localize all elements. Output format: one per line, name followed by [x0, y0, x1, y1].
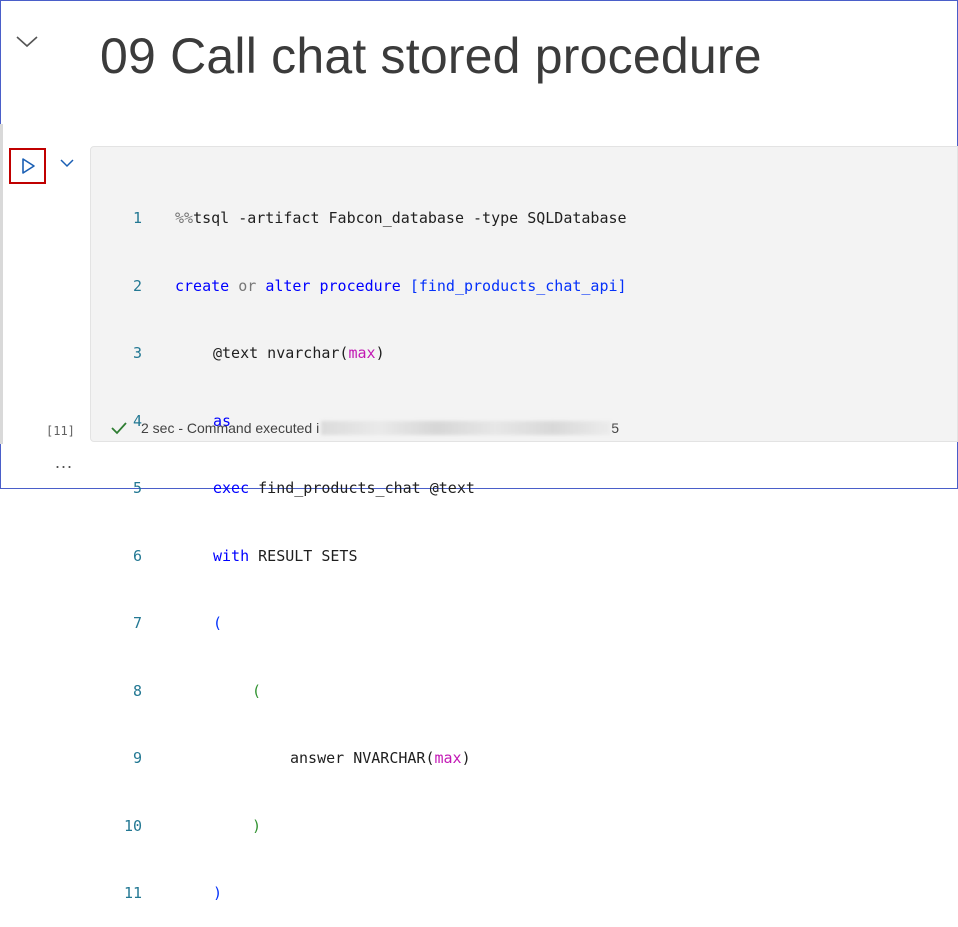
paren: ( — [213, 614, 223, 632]
line-number: 3 — [132, 344, 142, 362]
function: max — [434, 749, 462, 767]
line-number: 7 — [132, 614, 142, 632]
paren: ) — [252, 816, 262, 835]
status-tail: 5 — [611, 420, 619, 436]
code-line: 7( — [100, 612, 627, 635]
keyword: with — [213, 546, 250, 565]
markdown-heading: 09 Call chat stored procedure — [100, 28, 762, 84]
code-line: 6 with RESULT SETS — [100, 545, 627, 568]
keyword: or — [238, 276, 257, 295]
magic-command: tsql -artifact Fabcon_database -type SQL… — [193, 209, 627, 227]
checkmark-icon — [111, 422, 127, 435]
paren: ) — [461, 749, 471, 767]
code-line: 11) — [100, 882, 627, 905]
magic-prefix: %% — [175, 209, 194, 227]
result-sets: RESULT SETS — [249, 546, 358, 565]
chevron-down-icon[interactable] — [14, 30, 40, 52]
paren: ) — [213, 884, 223, 902]
code-block[interactable]: 1 %%tsql -artifact Fabcon_database -type … — [100, 162, 627, 927]
code-line: 2 create or alter procedure [find_product… — [100, 275, 627, 298]
line-number: 2 — [132, 276, 142, 295]
code-line: 1 %%tsql -artifact Fabcon_database -type … — [100, 207, 627, 230]
execution-status: 2 sec - Command executed i 5 — [110, 420, 619, 436]
procedure-name: [find_products_chat_api] — [409, 276, 627, 295]
status-text: 2 sec - Command executed i — [141, 420, 320, 436]
more-options-button[interactable]: ... — [55, 452, 73, 473]
function: max — [348, 344, 376, 362]
redacted-text — [321, 421, 612, 435]
line-number: 5 — [132, 479, 142, 497]
code-line: 9 answer NVARCHAR(max) — [100, 747, 627, 770]
keyword: create — [175, 276, 230, 295]
line-number: 11 — [123, 884, 142, 902]
code-line: 5 exec find_products_chat @text — [100, 477, 627, 500]
line-number: 10 — [123, 816, 142, 835]
column-def: answer NVARCHAR( — [290, 749, 435, 767]
run-icon — [21, 158, 35, 174]
keyword: procedure — [319, 276, 401, 295]
code-line: 10) — [100, 815, 627, 838]
line-number: 1 — [132, 209, 142, 227]
line-number: 9 — [132, 749, 142, 767]
keyword: exec — [213, 479, 250, 497]
code-line: 8( — [100, 680, 627, 703]
code-line: 3 @text nvarchar(max) — [100, 342, 627, 365]
chevron-down-icon[interactable] — [58, 156, 76, 170]
execution-count: [11] — [46, 424, 75, 438]
paren: ( — [252, 681, 262, 700]
line-number: 8 — [132, 681, 142, 700]
line-number: 6 — [132, 546, 142, 565]
run-cell-button[interactable] — [9, 148, 46, 184]
paren: ) — [375, 344, 385, 362]
keyword: alter — [265, 276, 311, 295]
cell-focus-bar — [0, 124, 3, 444]
exec-target: find_products_chat @text — [249, 479, 475, 497]
parameter: @text nvarchar( — [213, 344, 349, 362]
